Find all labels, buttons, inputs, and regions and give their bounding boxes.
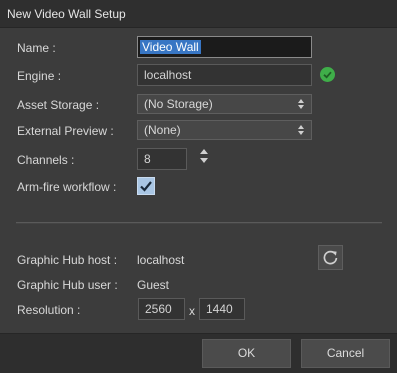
graphic-hub-user-value: Guest xyxy=(137,278,170,292)
refresh-button[interactable] xyxy=(318,245,343,270)
external-preview-value: (None) xyxy=(144,123,181,137)
dialog-title: New Video Wall Setup xyxy=(7,7,126,21)
graphic-hub-host-value: localhost xyxy=(137,253,185,267)
external-preview-label: External Preview : xyxy=(17,124,114,138)
dialog-footer: OK Cancel xyxy=(0,333,397,373)
graphic-hub-user-label: Graphic Hub user : xyxy=(17,278,118,292)
dropdown-arrows-icon xyxy=(298,99,304,109)
name-input-value: Video Wall xyxy=(140,40,201,54)
engine-label: Engine : xyxy=(17,69,62,83)
external-preview-select[interactable]: (None) xyxy=(137,120,312,140)
cancel-button[interactable]: Cancel xyxy=(301,339,390,368)
new-video-wall-dialog: New Video Wall Setup Name : Video Wall E… xyxy=(0,0,397,373)
asset-storage-label: Asset Storage : xyxy=(17,98,100,112)
channels-label: Channels : xyxy=(17,153,75,167)
section-divider xyxy=(16,222,382,224)
name-label: Name : xyxy=(17,41,56,55)
resolution-height-input[interactable]: 1440 xyxy=(199,298,245,320)
resolution-label: Resolution : xyxy=(17,303,81,317)
title-bar[interactable]: New Video Wall Setup xyxy=(0,0,397,28)
arm-fire-checkbox[interactable] xyxy=(137,177,155,195)
refresh-icon xyxy=(323,250,338,265)
channels-spinner-arrows-icon[interactable] xyxy=(199,148,209,164)
dropdown-arrows-icon xyxy=(298,125,304,135)
engine-status-check-icon xyxy=(320,67,335,82)
asset-storage-select[interactable]: (No Storage) xyxy=(137,94,312,114)
engine-field[interactable]: localhost xyxy=(137,64,312,86)
checkmark-icon xyxy=(140,181,152,192)
arm-fire-label: Arm-fire workflow : xyxy=(17,180,117,194)
ok-button[interactable]: OK xyxy=(202,339,291,368)
resolution-width-input[interactable]: 2560 xyxy=(138,298,185,320)
graphic-hub-host-label: Graphic Hub host : xyxy=(17,253,118,267)
asset-storage-value: (No Storage) xyxy=(144,97,213,111)
name-input[interactable]: Video Wall xyxy=(137,36,312,58)
resolution-x-separator: x xyxy=(189,304,195,318)
channels-input[interactable]: 8 xyxy=(137,148,187,170)
